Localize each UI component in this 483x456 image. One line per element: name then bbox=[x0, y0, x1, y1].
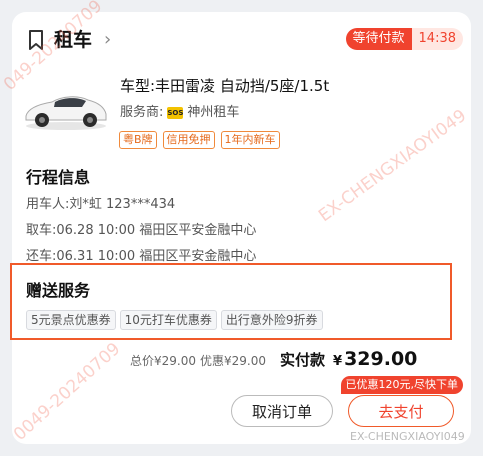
gift-coupon[interactable]: 10元打车优惠券 bbox=[119, 310, 217, 330]
pay-label: 实付款 bbox=[280, 351, 326, 369]
cancel-order-button[interactable]: 取消订单 bbox=[231, 395, 333, 427]
pay-amount: ¥329.00 bbox=[333, 348, 417, 370]
pay-amount-value: 329.00 bbox=[344, 348, 418, 370]
order-type-title[interactable]: 租车 bbox=[54, 27, 92, 53]
chevron-right-icon[interactable]: › bbox=[104, 29, 111, 51]
bookmark-icon bbox=[29, 30, 43, 50]
gift-coupon[interactable]: 出行意外险9折券 bbox=[220, 310, 323, 330]
vendor-label: 服务商: bbox=[120, 105, 164, 120]
vendor-name: 神州租车 bbox=[187, 105, 240, 120]
order-card: 租车 › 等待付款 14:38 车型:丰田雷凌 自动挡/5座/1.5t 服务商:… bbox=[10, 12, 471, 444]
discount-price: 优惠¥29.00 bbox=[200, 354, 266, 368]
currency-symbol: ¥ bbox=[333, 354, 343, 369]
promo-badge: 已优惠120元,尽快下单 bbox=[340, 376, 463, 394]
price-row: 总价¥29.00 优惠¥29.00 实付款 ¥329.00 bbox=[130, 348, 417, 370]
vendor-logo: SOS bbox=[167, 107, 184, 119]
car-tag: 1年内新车 bbox=[220, 131, 280, 149]
status-badge: 等待付款 14:38 bbox=[345, 28, 463, 50]
car-tag: 粤B牌 bbox=[119, 131, 157, 149]
pay-button[interactable]: 去支付 bbox=[348, 395, 454, 427]
car-tags: 粤B牌 信用免押 1年内新车 bbox=[119, 131, 280, 149]
car-model: 车型:丰田雷凌 自动挡/5座/1.5t bbox=[120, 77, 330, 95]
total-price: 总价¥29.00 bbox=[130, 354, 196, 368]
gift-tags: 5元景点优惠券 10元打车优惠券 出行意外险9折券 bbox=[26, 310, 323, 330]
gift-coupon[interactable]: 5元景点优惠券 bbox=[26, 310, 116, 330]
trip-title: 行程信息 bbox=[26, 168, 91, 187]
pickup-info: 取车:06.28 10:00 福田区平安金融中心 bbox=[26, 223, 257, 238]
renter-info: 用车人:刘*虹 123***434 bbox=[26, 197, 176, 212]
car-image bbox=[25, 96, 107, 130]
countdown-timer: 14:38 bbox=[411, 28, 463, 50]
car-tag: 信用免押 bbox=[162, 131, 215, 149]
status-label: 等待付款 bbox=[345, 28, 412, 50]
vendor-row: 服务商: SOS 神州租车 bbox=[120, 104, 239, 122]
gift-title: 赠送服务 bbox=[26, 281, 91, 300]
